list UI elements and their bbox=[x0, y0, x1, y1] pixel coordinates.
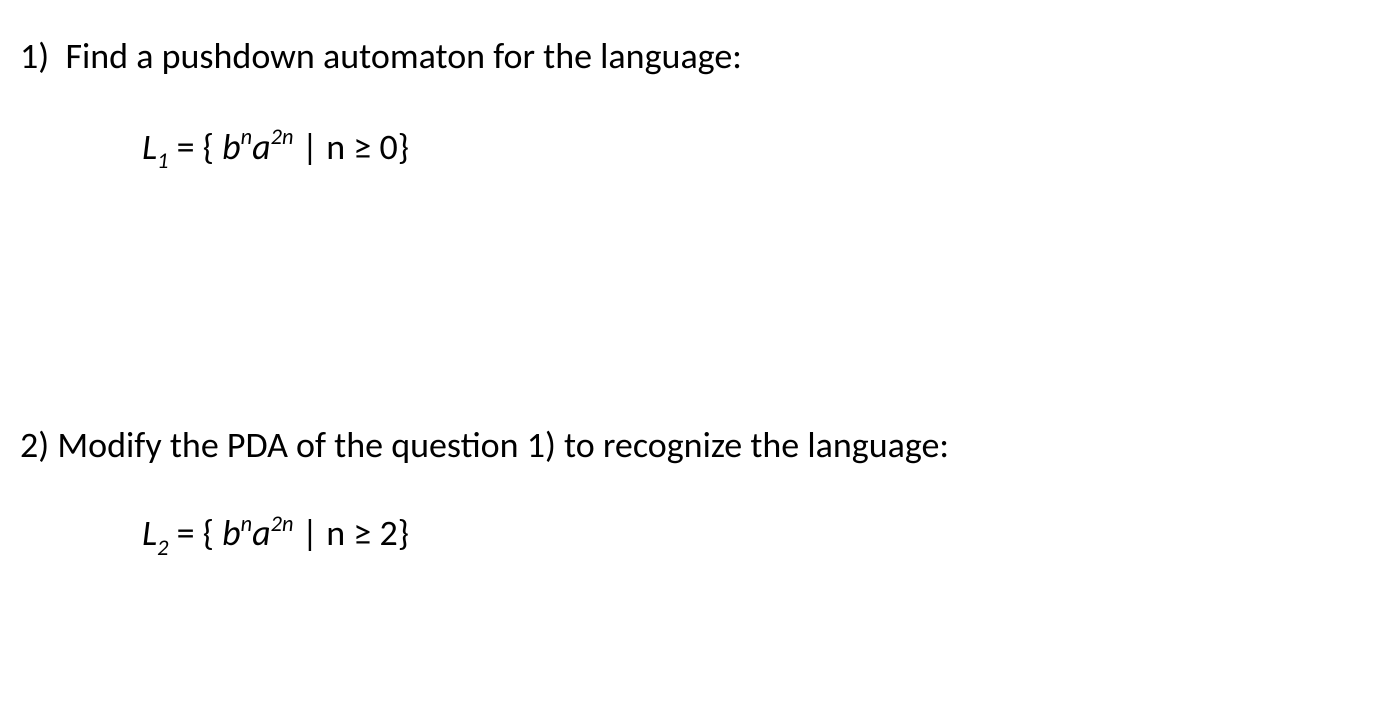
formula1-lbrace: { bbox=[203, 125, 222, 169]
formula2-cond-var: n bbox=[326, 511, 345, 555]
question-2-prompt: 2) Modify the PDA of the question 1) to … bbox=[20, 421, 1377, 470]
formula2-b-exp: n bbox=[241, 510, 252, 537]
formula1-eq: = bbox=[168, 125, 202, 169]
formula1-cond-op: ≥ bbox=[345, 125, 379, 169]
formula2-lhs-var: L bbox=[142, 511, 157, 555]
formula1-lhs-sub: 1 bbox=[157, 147, 168, 174]
formula2-cond-op: ≥ bbox=[345, 511, 379, 555]
formula1-cond-var: n bbox=[326, 125, 345, 169]
formula1-lhs-var: L bbox=[142, 125, 157, 169]
formula2-a: a bbox=[252, 511, 271, 555]
formula2-cond-val: 2 bbox=[379, 511, 397, 555]
formula1-bar: | bbox=[293, 125, 326, 169]
formula2-rbrace: } bbox=[398, 511, 409, 555]
formula1-a-exp: 2n bbox=[271, 123, 294, 150]
question-1-text: Find a pushdown automaton for the langua… bbox=[65, 34, 741, 78]
question-2-formula: L2 = { bna2n | n ≥ 2} bbox=[20, 509, 1377, 561]
question-2-text: Modify the PDA of the question 1) to rec… bbox=[57, 423, 949, 467]
question-1-prompt: 1) Find a pushdown automaton for the lan… bbox=[20, 32, 1377, 81]
formula1-b: b bbox=[222, 125, 241, 169]
formula2-a-exp: 2n bbox=[271, 510, 294, 537]
formula2-lbrace: { bbox=[203, 511, 222, 555]
formula1-a: a bbox=[252, 125, 271, 169]
formula2-lhs-sub: 2 bbox=[157, 534, 168, 561]
question-2-number: 2) bbox=[20, 423, 49, 467]
question-1-formula: L1 = { bna2n | n ≥ 0} bbox=[20, 123, 1377, 175]
formula2-bar: | bbox=[293, 511, 326, 555]
formula1-cond-val: 0 bbox=[379, 125, 397, 169]
formula2-b: b bbox=[222, 511, 241, 555]
question-1-number: 1) bbox=[20, 34, 49, 78]
formula1-b-exp: n bbox=[241, 123, 252, 150]
formula2-eq: = bbox=[168, 511, 202, 555]
document-page: 1) Find a pushdown automaton for the lan… bbox=[0, 0, 1397, 582]
formula1-rbrace: } bbox=[398, 125, 409, 169]
